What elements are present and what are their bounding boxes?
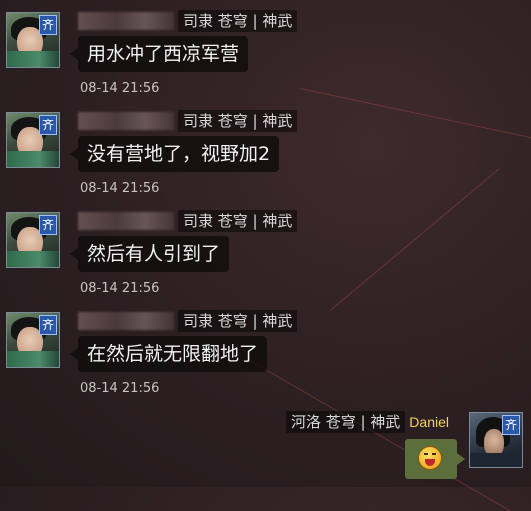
message-bubble: 用水冲了西凉军营	[69, 36, 249, 72]
self-message-bubble	[405, 439, 465, 479]
self-avatar[interactable]: 齐	[469, 412, 523, 468]
sender-avatar[interactable]: 齐	[6, 112, 60, 168]
message-timestamp: 08-14 21:56	[80, 381, 160, 396]
message-bubble: 然后有人引到了	[69, 236, 230, 272]
faction-badge: 齐	[39, 215, 57, 235]
faction-badge: 齐	[39, 115, 57, 135]
sender-avatar[interactable]: 齐	[6, 312, 60, 368]
sender-tag[interactable]: 司隶 苍穹 | 神武	[178, 110, 298, 132]
sender-tag[interactable]: 司隶 苍穹 | 神武	[178, 310, 298, 332]
redacted-name	[78, 212, 174, 230]
sender-tag[interactable]: 司隶 苍穹 | 神武	[178, 10, 298, 32]
sender-header: 司隶 苍穹 | 神武	[78, 210, 298, 232]
self-sender-tag[interactable]: 河洛 苍穹 | 神武	[285, 411, 406, 433]
faction-badge: 齐	[39, 315, 57, 335]
laughing-emoji-icon	[418, 446, 442, 470]
sender-tag[interactable]: 司隶 苍穹 | 神武	[178, 210, 298, 232]
chat-message: 齐 司隶 苍穹 | 神武 没有营地了，视野加2 08-14 21:56	[0, 100, 531, 200]
sender-header: 司隶 苍穹 | 神武	[78, 310, 298, 332]
self-username[interactable]: Daniel	[409, 414, 449, 430]
message-timestamp: 08-14 21:56	[80, 81, 160, 96]
sender-header: 司隶 苍穹 | 神武	[78, 110, 298, 132]
sender-avatar[interactable]: 齐	[6, 12, 60, 68]
redacted-name	[78, 12, 174, 30]
chat-message: 齐 司隶 苍穹 | 神武 在然后就无限翻地了 08-14 21:56	[0, 300, 531, 400]
faction-badge: 齐	[502, 415, 520, 435]
redacted-name	[78, 312, 174, 330]
redacted-name	[78, 112, 174, 130]
sender-avatar[interactable]: 齐	[6, 212, 60, 268]
sender-header: 司隶 苍穹 | 神武	[78, 10, 298, 32]
self-sender-header: 河洛 苍穹 | 神武 Daniel	[285, 411, 449, 433]
faction-badge: 齐	[39, 15, 57, 35]
message-bubble: 没有营地了，视野加2	[69, 136, 280, 172]
message-timestamp: 08-14 21:56	[80, 181, 160, 196]
chat-message: 齐 司隶 苍穹 | 神武 然后有人引到了 08-14 21:56	[0, 200, 531, 300]
chat-message: 齐 司隶 苍穹 | 神武 用水冲了西凉军营 08-14 21:56	[0, 0, 531, 100]
message-bubble: 在然后就无限翻地了	[69, 336, 268, 372]
message-timestamp: 08-14 21:56	[80, 281, 160, 296]
